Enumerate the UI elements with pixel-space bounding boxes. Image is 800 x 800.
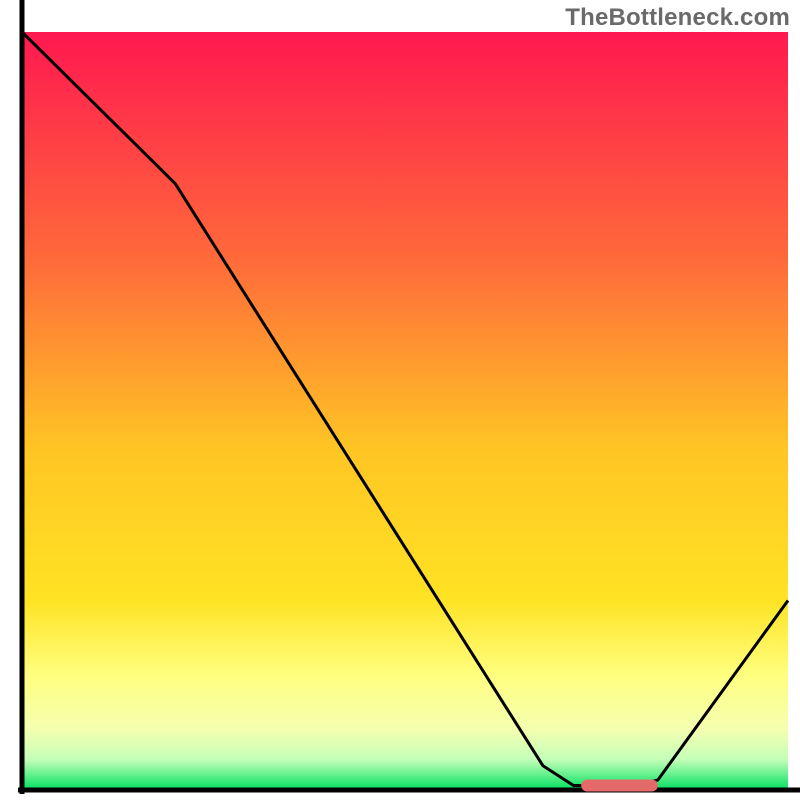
optimal-range-marker	[581, 779, 658, 791]
bottleneck-chart	[0, 0, 800, 800]
watermark-text: TheBottleneck.com	[565, 4, 790, 32]
chart-container: { "watermark": "TheBottleneck.com", "cha…	[0, 0, 800, 800]
